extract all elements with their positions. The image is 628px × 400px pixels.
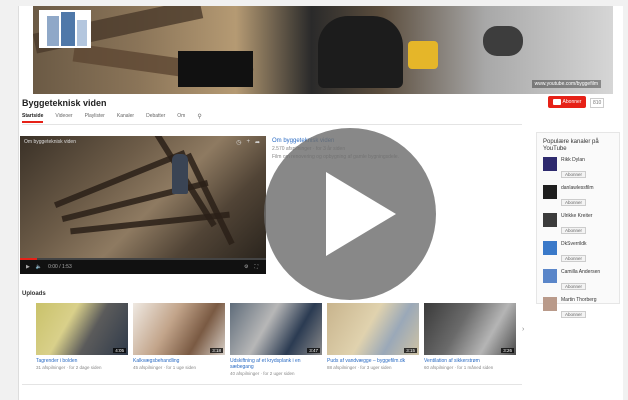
sidebar-channel[interactable]: Martin Thorberg Abonner (543, 297, 613, 321)
upload-meta: 31 afspilninger · for 2 dage siden (36, 365, 102, 370)
upload-meta: 45 afspilninger · for 1 uge siden (133, 365, 197, 370)
search-icon[interactable]: ⚲ (197, 113, 201, 123)
banner-pipe (483, 26, 523, 56)
watch-later-icon[interactable]: ◷ (236, 139, 241, 146)
banner-tool (408, 41, 438, 69)
channel-name[interactable]: DkSverrildk (561, 241, 587, 247)
banner-worker (318, 16, 403, 88)
banner-box (178, 51, 253, 87)
chevron-right-icon[interactable]: › (522, 326, 524, 333)
avatar[interactable] (543, 241, 557, 255)
upload-meta: 40 afspilninger · for 2 uger siden (230, 371, 295, 376)
tab-videoer[interactable]: Videoer (55, 113, 72, 123)
sidebar-channel[interactable]: Rikk Dylan Abonner (543, 157, 613, 181)
channel-tabs: Startside Videoer Playlister Kanaler Deb… (22, 113, 202, 123)
uploads-heading[interactable]: Uploads (22, 291, 46, 297)
upload-title[interactable]: Ventilation af sikkerstrøm (424, 358, 516, 364)
play-icon (326, 172, 396, 256)
subscribe-button[interactable]: Abonner (561, 199, 587, 206)
subscribe-label: Abonner (562, 99, 582, 105)
tab-om[interactable]: Om (177, 113, 185, 123)
subscriber-count: 810 (590, 98, 605, 108)
tab-debatter[interactable]: Debatter (146, 113, 165, 123)
sidebar-channel[interactable]: Camilla Andersen Abonner (543, 269, 613, 293)
add-icon[interactable]: + (246, 139, 250, 146)
upload-title[interactable]: Tagrender i bolden (36, 358, 128, 364)
channel-title[interactable]: Byggeteknisk viden (22, 98, 107, 108)
channel-banner: www.youtube.com/byggefilm (33, 6, 613, 94)
sidebar-channel[interactable]: DkSverrildk Abonner (543, 241, 613, 265)
worker-figure (172, 154, 188, 194)
avatar[interactable] (543, 185, 557, 199)
tab-playlister[interactable]: Playlister (85, 113, 105, 123)
video-thumbnail[interactable]: 3:18 (133, 303, 225, 355)
play-button-overlay[interactable] (264, 128, 436, 300)
video-thumbnail[interactable]: 3:47 (230, 303, 322, 355)
avatar[interactable] (543, 213, 557, 227)
channel-name[interactable]: Rikk Dylan (561, 157, 586, 163)
divider (22, 124, 522, 125)
sidebar-channel[interactable]: danlawlessfilm Abonner (543, 185, 613, 209)
channel-name[interactable]: Martin Thorberg (561, 297, 596, 303)
upload-meta: 60 afspilninger · for 1 måned siden (424, 365, 494, 370)
subscribe-button[interactable]: Abonner (561, 255, 587, 262)
upload-item[interactable]: 3:18 Kalkvægsbehandling 45 afspilninger · … (133, 303, 225, 370)
time-readout: 0:00 / 1:53 (48, 264, 72, 270)
duration-badge: 4:05 (113, 348, 126, 353)
subscribe-button[interactable]: Abonner (561, 171, 587, 178)
upload-title[interactable]: Kalkvægsbehandling (133, 358, 225, 364)
tab-kanaler[interactable]: Kanaler (117, 113, 134, 123)
video-thumbnail[interactable]: 4:05 (36, 303, 128, 355)
play-icon[interactable]: ▶ (26, 264, 30, 270)
subscribe-button[interactable]: Abonner (561, 283, 587, 290)
popular-channels-sidebar: Populære kanaler på YouTube Rikk Dylan Ab… (536, 132, 620, 318)
settings-icon[interactable]: ⚙ (244, 264, 248, 270)
channel-logo-icon[interactable] (39, 10, 91, 48)
upload-item[interactable]: 3:47 Udskiftning af et krydsplank i en sæ… (230, 303, 322, 376)
avatar[interactable] (543, 297, 557, 311)
duration-badge: 3:47 (307, 348, 320, 353)
fullscreen-icon[interactable]: ⛶ (254, 264, 258, 270)
duration-badge: 3:26 (501, 348, 514, 353)
banner-link[interactable]: www.youtube.com/byggefilm (531, 80, 601, 88)
upload-meta: 88 afspilninger · for 3 uger siden (327, 365, 392, 370)
video-frame (20, 136, 266, 260)
divider (22, 384, 522, 385)
avatar[interactable] (543, 157, 557, 171)
featured-video-player[interactable]: Om byggeteknisk viden ◷ + ➦ ▶ 🔈 0:00 / 1… (20, 136, 266, 274)
share-icon[interactable]: ➦ (255, 139, 260, 146)
channel-name[interactable]: Ulrikke Kreiter (561, 213, 592, 219)
sidebar-heading: Populære kanaler på YouTube (543, 139, 599, 152)
upload-title[interactable]: Udskiftning af et krydsplank i en sæbega… (230, 358, 322, 370)
subscribe-button[interactable]: Abonner (561, 227, 587, 234)
browser-frame: www.youtube.com/byggefilm Byggeteknisk v… (0, 0, 628, 400)
duration-badge: 3:15 (404, 348, 417, 353)
video-thumbnail[interactable]: 3:15 (327, 303, 419, 355)
channel-name[interactable]: Camilla Andersen (561, 269, 600, 275)
upload-item[interactable]: 3:15 Puds af vandvægge – byggefilm.dk 88 a… (327, 303, 419, 370)
sidebar-channel[interactable]: Ulrikke Kreiter Abonner (543, 213, 613, 237)
upload-title[interactable]: Puds af vandvægge – byggefilm.dk (327, 358, 419, 364)
youtube-icon (552, 99, 561, 105)
subscribe-button[interactable]: Abonner (561, 311, 587, 318)
duration-badge: 3:18 (210, 348, 223, 353)
player-title: Om byggeteknisk viden (24, 139, 76, 145)
player-controls: ▶ 🔈 0:00 / 1:53 ⚙ ⛶ (20, 260, 266, 274)
channel-name[interactable]: danlawlessfilm (561, 185, 594, 191)
avatar[interactable] (543, 269, 557, 283)
tab-startside[interactable]: Startside (22, 113, 44, 123)
volume-icon[interactable]: 🔈 (36, 264, 42, 270)
video-thumbnail[interactable]: 3:26 (424, 303, 516, 355)
subscribe-button[interactable]: Abonner (548, 96, 586, 108)
upload-item[interactable]: 4:05 Tagrender i bolden 31 afspilninger · … (36, 303, 128, 370)
upload-item[interactable]: 3:26 Ventilation af sikkerstrøm 60 afspiln… (424, 303, 516, 370)
player-actions: ◷ + ➦ (236, 139, 260, 146)
